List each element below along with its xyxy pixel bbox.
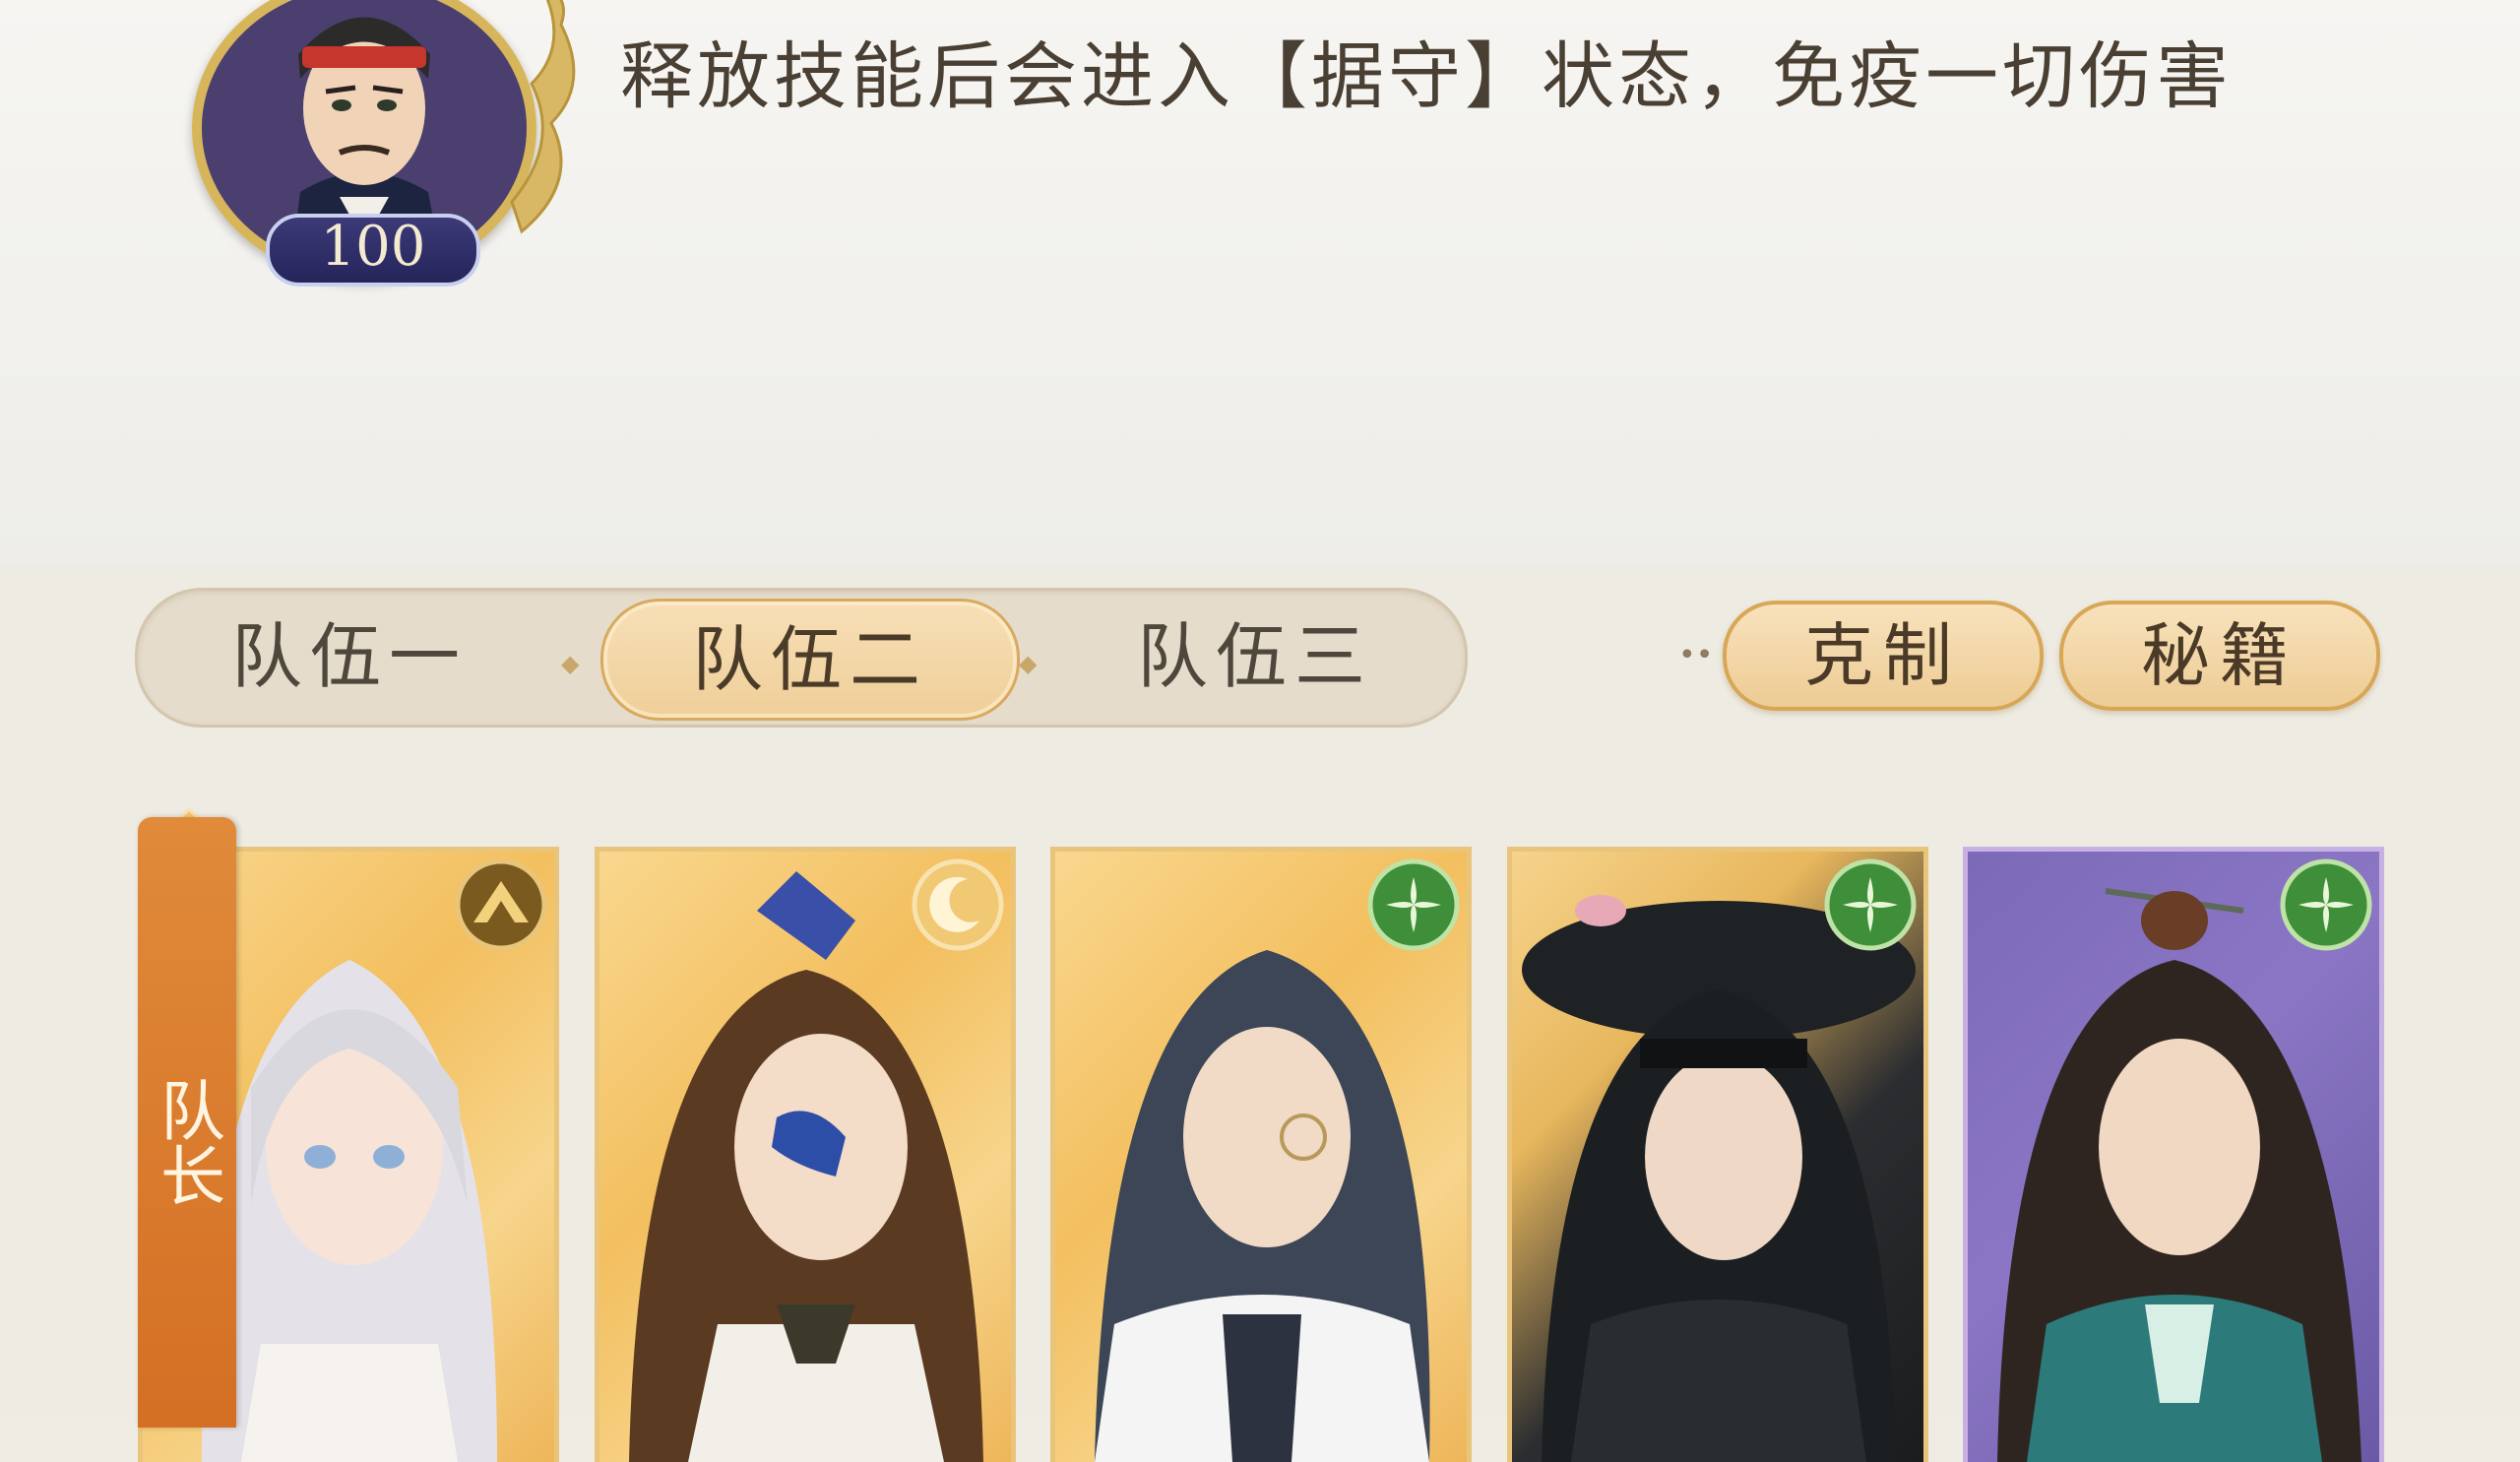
hero-card-3[interactable] (1050, 847, 1472, 1462)
hero-card-2[interactable] (595, 847, 1016, 1462)
tab-separator: ◆ (561, 650, 580, 677)
wind-element-icon (2280, 858, 2372, 951)
mountain-element-icon (455, 858, 547, 951)
tab-team-3[interactable]: 队伍三 (1043, 599, 1467, 715)
team-tabs: 队伍一 ◆ 队伍二 ◆ 队伍三 (135, 588, 1468, 728)
wind-element-icon (1367, 858, 1460, 951)
gold-flame-ornament (510, 0, 576, 234)
hero-card-5[interactable] (1963, 847, 2384, 1462)
leader-ribbon: 队长 (138, 817, 236, 1428)
enemy-avatar[interactable]: 100 (148, 0, 591, 310)
tab-team-1[interactable]: 队伍一 (138, 599, 561, 715)
tab-separator: ◆ (1019, 650, 1038, 677)
button-ornament: •• (1678, 638, 1714, 672)
tab-team-2[interactable]: 队伍二 (600, 599, 1020, 721)
hero-card-4[interactable] (1507, 847, 1928, 1462)
wind-element-icon (1824, 858, 1917, 951)
enemy-skill-description: 释放技能后会进入【据守】状态，免疫一切伤害 (620, 34, 2233, 119)
enemy-level-badge: 100 (266, 214, 480, 286)
moon-element-icon (912, 858, 1004, 951)
counter-button[interactable]: 克制 (1723, 601, 2044, 711)
manual-button[interactable]: 秘籍 (2059, 601, 2380, 711)
